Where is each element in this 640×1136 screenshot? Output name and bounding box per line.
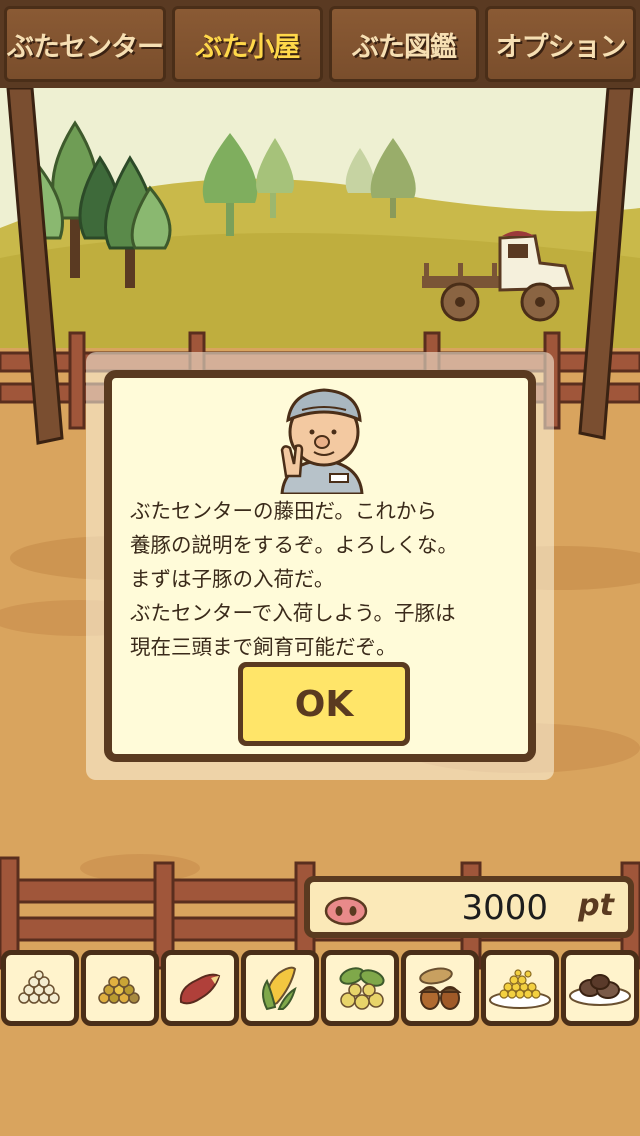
tab-options[interactable]: オプション: [485, 6, 637, 82]
farmer-portrait-icon: [280, 388, 364, 494]
top-navigation: ぶたセンター ぶた小屋 ぶた図鑑 オプション: [0, 0, 640, 88]
food-item-white-grain[interactable]: [1, 950, 79, 1026]
food-item-mixed-grain[interactable]: [81, 950, 159, 1026]
meat-dish-icon: [569, 974, 631, 1006]
corn-icon: [262, 966, 297, 1011]
food-item-meat-dish[interactable]: [561, 950, 639, 1026]
food-item-sweet-potato[interactable]: [161, 950, 239, 1026]
points-display: 3000 pt: [304, 876, 634, 938]
tab-buta-goya[interactable]: ぶた小屋: [172, 6, 323, 82]
soybean-icon: [339, 967, 385, 1010]
acorn-icon: [418, 967, 462, 1010]
tab-buta-zukan[interactable]: ぶた図鑑: [328, 6, 480, 82]
pig-nose-icon: [324, 896, 368, 926]
tab-buta-center[interactable]: ぶたセンター: [4, 6, 166, 82]
food-item-corn[interactable]: [241, 950, 319, 1026]
corn-bowl-icon: [489, 969, 551, 1009]
food-item-acorn[interactable]: [401, 950, 479, 1026]
points-value: 3000: [461, 888, 548, 928]
white-grain-icon: [18, 970, 60, 1004]
tutorial-dialog: ぶたセンターの藤田だ。これから 養豚の説明をするぞ。よろしくな。 まずは子豚の入…: [104, 370, 536, 762]
food-selection-bar: [0, 950, 640, 1030]
dialog-message: ぶたセンターの藤田だ。これから 養豚の説明をするぞ。よろしくな。 まずは子豚の入…: [130, 499, 458, 659]
points-unit: pt: [578, 888, 614, 923]
mixed-grain-icon: [98, 976, 140, 1004]
ok-button-label: OK: [243, 667, 405, 741]
food-item-soybean[interactable]: [321, 950, 399, 1026]
sweet-potato-icon: [179, 973, 221, 1005]
ok-button[interactable]: OK: [238, 662, 410, 746]
food-item-corn-bowl[interactable]: [481, 950, 559, 1026]
